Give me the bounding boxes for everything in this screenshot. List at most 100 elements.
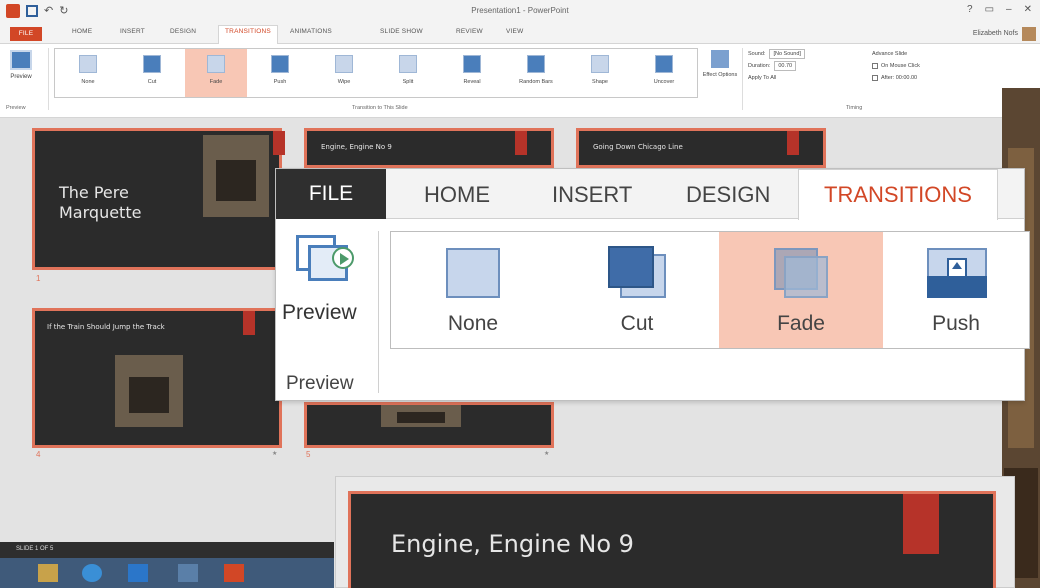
fade-icon [207,55,225,73]
status-bar: SLIDE 1 OF 5 [0,542,334,558]
zoom-preview-button[interactable]: Preview Preview [276,221,376,401]
zoomed-slide: Engine, Engine No 9 [335,476,1015,588]
slide-title: Engine, Engine No 9 [391,530,634,558]
transition-label: Fade [777,312,825,335]
slide-thumbnail[interactable] [304,402,554,448]
transition-none[interactable]: None [57,49,119,97]
transition-star-icon: ★ [544,451,550,457]
transition-cut[interactable]: Cut [121,49,183,97]
split-icon [399,55,417,73]
sound-row: Sound: [No Sound] [748,48,868,60]
zoom-tab-design[interactable]: DESIGN [686,182,770,208]
accent-bar [515,131,527,155]
tab-slide-show[interactable]: SLIDE SHOW [380,28,423,35]
zoom-transition-gallery: None Cut Fade Push [390,231,1030,349]
preview-button-small[interactable]: Preview [4,48,38,80]
avatar[interactable] [1022,27,1036,41]
zoom-tab-transitions[interactable]: TRANSITIONS [798,169,998,220]
duration-row: Duration: 00.70 [748,60,868,72]
random-bars-icon [527,55,545,73]
advance-slide-title: Advance Slide [872,51,908,57]
advance-slide-group: Advance Slide On Mouse Click After: 00:0… [872,48,982,84]
zoom-transition-cut[interactable]: Cut [555,232,719,348]
train-photo [203,135,269,217]
transition-split[interactable]: Split [377,49,439,97]
train-photo [115,355,183,427]
zoomed-ribbon-callout: FILE HOME INSERT DESIGN TRANSITIONS Prev… [275,168,1030,401]
title-bar: ↶ ↻ Presentation1 - PowerPoint ? ▭ – ✕ [0,0,1040,24]
group-divider [48,48,49,110]
transition-push[interactable]: Push [249,49,311,97]
transition-label: Shape [592,79,608,85]
accent-bar [787,131,799,155]
sound-select[interactable]: [No Sound] [769,49,805,59]
zoom-tab-insert[interactable]: INSERT [552,182,632,208]
close-icon[interactable]: ✕ [1024,4,1032,15]
slide-thumbnail[interactable]: The Pere Marquette [32,128,285,270]
tab-transitions[interactable]: TRANSITIONS [218,25,278,44]
powerpoint-icon[interactable] [224,564,244,582]
slide-title: Going Down Chicago Line [593,143,683,151]
push-icon [271,55,289,73]
slide-thumbnail[interactable]: Engine, Engine No 9 [304,128,554,168]
transition-wipe[interactable]: Wipe [313,49,375,97]
tab-file[interactable]: FILE [10,27,42,41]
transition-label: Fade [209,79,223,85]
zoom-transition-fade[interactable]: Fade [719,232,883,348]
tab-home[interactable]: HOME [72,28,92,35]
transition-random-bars[interactable]: Random Bars [505,49,567,97]
preview-group-label: Preview [6,105,26,111]
tab-review[interactable]: REVIEW [456,28,483,35]
transition-uncover[interactable]: Uncover [633,49,695,97]
preview-label: Preview [10,74,32,80]
slide-canvas[interactable]: Engine, Engine No 9 [348,491,996,588]
transition-group-label: Transition to This Slide [352,105,408,111]
after-label: After: [881,75,895,81]
slide-title: If the Train Should Jump the Track [47,323,165,331]
transition-shape[interactable]: Shape [569,49,631,97]
ribbon-body: Preview Preview None Cut Fade Push Wipe … [0,44,1040,118]
push-icon [925,246,987,300]
checkbox-icon[interactable] [872,74,878,81]
internet-explorer-icon[interactable] [82,564,102,582]
tab-design[interactable]: DESIGN [170,28,196,35]
tab-view[interactable]: VIEW [506,28,523,35]
effect-options-button[interactable]: Effect Options [702,50,738,78]
none-icon [442,246,504,300]
transition-label: Push [932,312,980,335]
after-input[interactable]: 00:00.00 [896,75,917,81]
apply-to-all-button[interactable]: Apply To All [748,72,868,84]
zoom-transition-none[interactable]: None [391,232,555,348]
duration-input[interactable]: 00.70 [774,61,797,71]
on-mouse-click-label: On Mouse Click [881,63,920,69]
shape-icon [591,55,609,73]
slide-thumbnail[interactable]: Going Down Chicago Line [576,128,826,168]
zoom-transition-push[interactable]: Push [883,232,1029,348]
checkbox-icon[interactable] [872,62,878,69]
transition-reveal[interactable]: Reveal [441,49,503,97]
slide-title: Engine, Engine No 9 [321,143,392,151]
zoom-tab-home[interactable]: HOME [424,182,490,208]
restore-icon[interactable]: ▭ [985,4,994,15]
cut-icon [143,55,161,73]
zoomed-ribbon-tabs: FILE HOME INSERT DESIGN TRANSITIONS [276,169,1024,220]
user-name[interactable]: Elizabeth Nofs [973,30,1018,37]
effect-options-label: Effect Options [702,72,738,78]
file-explorer-icon[interactable] [38,564,58,582]
preview-icon [10,50,32,70]
slide-number: 1 [36,274,41,283]
on-mouse-click-row[interactable]: On Mouse Click [872,60,982,72]
tab-animations[interactable]: ANIMATIONS [290,28,332,35]
minimize-icon[interactable]: – [1006,4,1012,15]
zoom-tab-file[interactable]: FILE [276,169,386,219]
taskbar [0,558,334,588]
outlook-icon[interactable] [128,564,148,582]
transition-fade[interactable]: Fade [185,49,247,97]
window-title: Presentation1 - PowerPoint [471,6,569,15]
tab-insert[interactable]: INSERT [120,28,145,35]
app-icon[interactable] [178,564,198,582]
effect-options-icon [711,50,729,68]
help-icon[interactable]: ? [967,4,973,15]
slide-thumbnail[interactable]: If the Train Should Jump the Track [32,308,282,448]
transition-label: None [81,79,95,85]
